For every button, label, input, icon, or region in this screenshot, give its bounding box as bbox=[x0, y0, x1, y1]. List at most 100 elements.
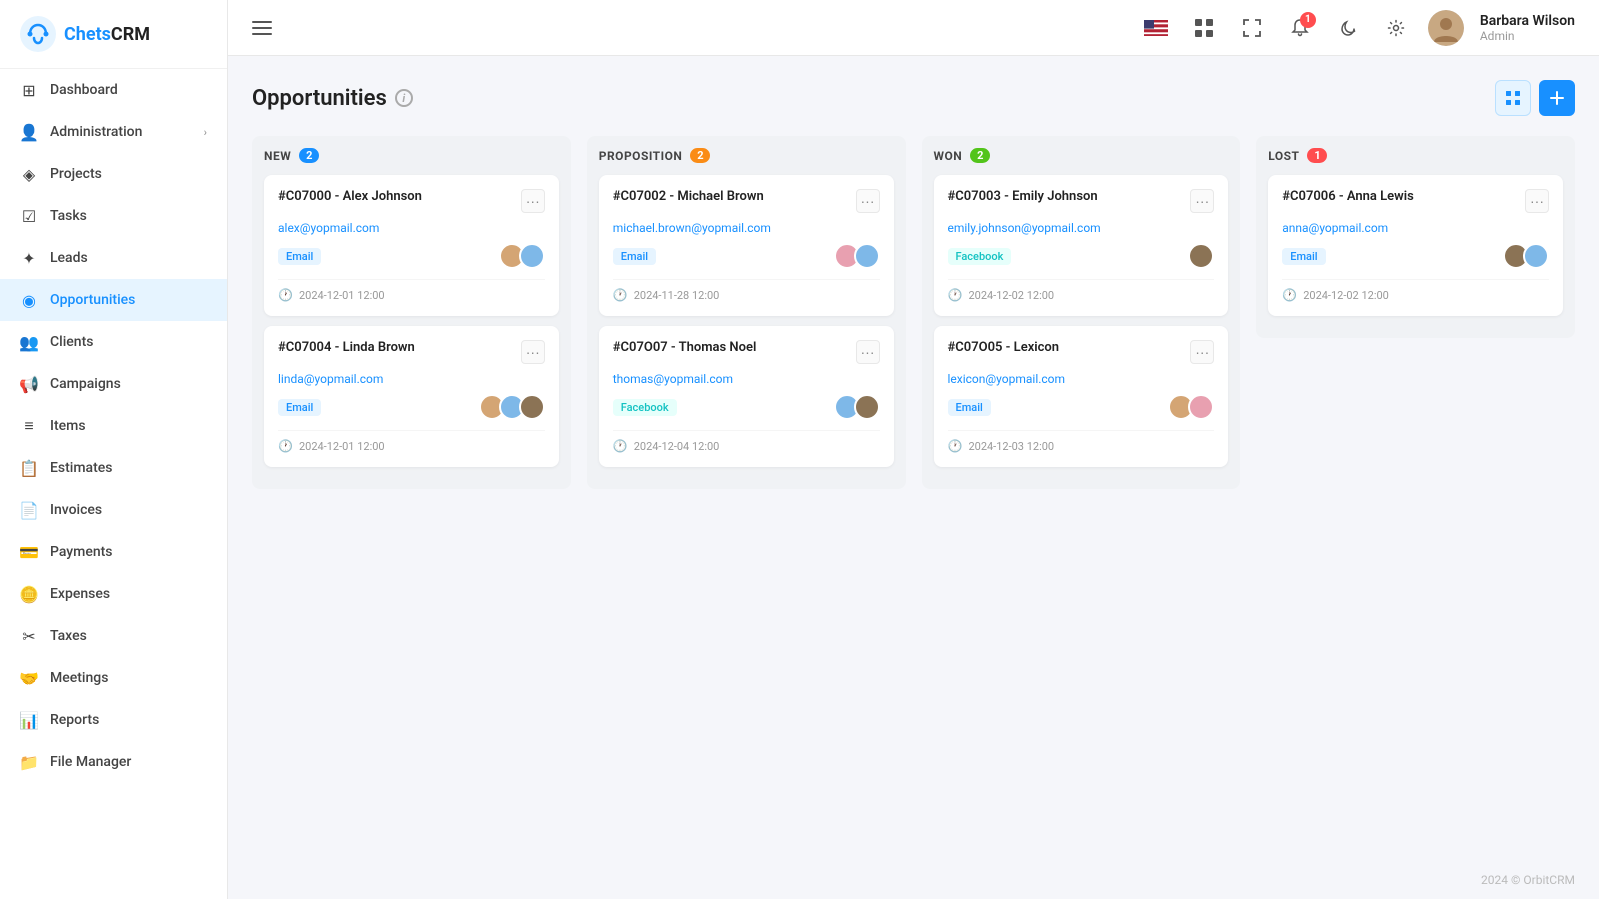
card-footer-c07007: 🕐 2024-12-04 12:00 bbox=[613, 430, 880, 453]
sidebar-item-dashboard[interactable]: ⊞ Dashboard bbox=[0, 69, 227, 111]
leads-icon: ✦ bbox=[20, 249, 38, 267]
card-date-c07006: 2024-12-02 12:00 bbox=[1303, 289, 1389, 302]
sidebar-item-expenses[interactable]: 🪙 Expenses bbox=[0, 573, 227, 615]
card-email-c07002[interactable]: michael.brown@yopmail.com bbox=[613, 221, 880, 235]
card-avatars-c07000 bbox=[499, 243, 545, 269]
card-date-c07004: 2024-12-01 12:00 bbox=[299, 440, 385, 453]
logo[interactable]: ChetsCRM bbox=[0, 0, 227, 69]
invoices-icon: 📄 bbox=[20, 501, 38, 519]
kanban-card-c07002[interactable]: #C07002 - Michael Brown ··· michael.brow… bbox=[599, 175, 894, 316]
sidebar-item-campaigns[interactable]: 📢 Campaigns bbox=[0, 363, 227, 405]
card-menu-c07005[interactable]: ··· bbox=[1190, 340, 1214, 364]
card-menu-c07002[interactable]: ··· bbox=[856, 189, 880, 213]
clock-icon: 🕐 bbox=[278, 439, 293, 453]
add-opportunity-button[interactable] bbox=[1539, 80, 1575, 116]
fullscreen-icon[interactable] bbox=[1236, 12, 1268, 44]
footer-text: 2024 © OrbitCRM bbox=[1481, 873, 1575, 887]
kanban-card-c07005[interactable]: #C07O05 - Lexicon ··· lexicon@yopmail.co… bbox=[934, 326, 1229, 467]
page-header: Opportunities i bbox=[252, 80, 1575, 116]
sidebar-item-opportunities[interactable]: ◉ Opportunities bbox=[0, 279, 227, 321]
kanban-card-c07003[interactable]: #C07003 - Emily Johnson ··· emily.johnso… bbox=[934, 175, 1229, 316]
card-email-c07006[interactable]: anna@yopmail.com bbox=[1282, 221, 1549, 235]
card-email-c07000[interactable]: alex@yopmail.com bbox=[278, 221, 545, 235]
kanban-board: NEW 2 #C07000 - Alex Johnson ··· alex@yo… bbox=[252, 136, 1575, 489]
card-header-c07000: #C07000 - Alex Johnson ··· bbox=[278, 189, 545, 213]
sidebar-item-meetings[interactable]: 🤝 Meetings bbox=[0, 657, 227, 699]
sidebar-item-invoices[interactable]: 📄 Invoices bbox=[0, 489, 227, 531]
clients-icon: 👥 bbox=[20, 333, 38, 351]
card-menu-c07004[interactable]: ··· bbox=[521, 340, 545, 364]
page-title: Opportunities bbox=[252, 86, 387, 111]
hamburger-menu[interactable] bbox=[252, 21, 272, 35]
sidebar-item-reports[interactable]: 📊 Reports bbox=[0, 699, 227, 741]
tasks-icon: ☑ bbox=[20, 207, 38, 225]
header: 1 bbox=[228, 0, 1599, 56]
card-title-c07006: #C07006 - Anna Lewis bbox=[1282, 189, 1517, 204]
sidebar-item-tasks[interactable]: ☑ Tasks bbox=[0, 195, 227, 237]
sidebar-item-clients[interactable]: 👥 Clients bbox=[0, 321, 227, 363]
apps-icon[interactable] bbox=[1188, 12, 1220, 44]
card-menu-c07006[interactable]: ··· bbox=[1525, 189, 1549, 213]
sidebar-label-items: Items bbox=[50, 418, 86, 434]
estimates-icon: 📋 bbox=[20, 459, 38, 477]
avatar bbox=[1188, 394, 1214, 420]
dark-mode-toggle[interactable] bbox=[1332, 12, 1364, 44]
card-menu-c07007[interactable]: ··· bbox=[856, 340, 880, 364]
column-badge-lost: 1 bbox=[1307, 148, 1327, 163]
card-menu-c07000[interactable]: ··· bbox=[521, 189, 545, 213]
column-title-lost: LOST bbox=[1268, 149, 1299, 163]
sidebar-label-payments: Payments bbox=[50, 544, 113, 560]
card-header-c07005: #C07O05 - Lexicon ··· bbox=[948, 340, 1215, 364]
card-tag-c07003: Facebook bbox=[948, 248, 1012, 265]
opportunities-icon: ◉ bbox=[20, 291, 38, 309]
card-avatars-c07004 bbox=[479, 394, 545, 420]
sidebar-label-administration: Administration bbox=[50, 124, 142, 140]
card-tag-c07004: Email bbox=[278, 399, 321, 416]
info-icon[interactable]: i bbox=[395, 89, 413, 107]
sidebar-label-leads: Leads bbox=[50, 250, 88, 266]
items-icon: ≡ bbox=[20, 417, 38, 435]
clock-icon: 🕐 bbox=[948, 288, 963, 302]
avatar bbox=[519, 394, 545, 420]
sidebar-item-items[interactable]: ≡ Items bbox=[0, 405, 227, 447]
avatar bbox=[854, 243, 880, 269]
language-flag[interactable] bbox=[1140, 12, 1172, 44]
kanban-card-c07000[interactable]: #C07000 - Alex Johnson ··· alex@yopmail.… bbox=[264, 175, 559, 316]
card-email-c07003[interactable]: emily.johnson@yopmail.com bbox=[948, 221, 1215, 235]
card-header-c07003: #C07003 - Emily Johnson ··· bbox=[948, 189, 1215, 213]
card-meta-c07006: Email bbox=[1282, 243, 1549, 269]
sidebar-item-administration[interactable]: 👤 Administration › bbox=[0, 111, 227, 153]
card-email-c07004[interactable]: linda@yopmail.com bbox=[278, 372, 545, 386]
sidebar-item-leads[interactable]: ✦ Leads bbox=[0, 237, 227, 279]
column-badge-new: 2 bbox=[299, 148, 319, 163]
kanban-column-new: NEW 2 #C07000 - Alex Johnson ··· alex@yo… bbox=[252, 136, 571, 489]
kanban-card-c07006[interactable]: #C07006 - Anna Lewis ··· anna@yopmail.co… bbox=[1268, 175, 1563, 316]
sidebar-item-projects[interactable]: ◈ Projects bbox=[0, 153, 227, 195]
sidebar-item-payments[interactable]: 💳 Payments bbox=[0, 531, 227, 573]
kanban-column-won: WON 2 #C07003 - Emily Johnson ··· emily.… bbox=[922, 136, 1241, 489]
kanban-card-c07007[interactable]: #C07O07 - Thomas Noel ··· thomas@yopmail… bbox=[599, 326, 894, 467]
settings-icon[interactable] bbox=[1380, 12, 1412, 44]
card-tag-c07006: Email bbox=[1282, 248, 1325, 265]
user-avatar[interactable] bbox=[1428, 10, 1464, 46]
column-header-proposition: PROPOSITION 2 bbox=[599, 148, 894, 163]
file-manager-icon: 📁 bbox=[20, 753, 38, 771]
card-date-c07002: 2024-11-28 12:00 bbox=[634, 289, 720, 302]
page-content: Opportunities i bbox=[228, 56, 1599, 861]
sidebar-item-estimates[interactable]: 📋 Estimates bbox=[0, 447, 227, 489]
card-footer-c07000: 🕐 2024-12-01 12:00 bbox=[278, 279, 545, 302]
kanban-card-c07004[interactable]: #C07004 - Linda Brown ··· linda@yopmail.… bbox=[264, 326, 559, 467]
user-info: Barbara Wilson Admin bbox=[1480, 13, 1575, 43]
view-toggle-button[interactable] bbox=[1495, 80, 1531, 116]
projects-icon: ◈ bbox=[20, 165, 38, 183]
card-footer-c07003: 🕐 2024-12-02 12:00 bbox=[948, 279, 1215, 302]
card-menu-c07003[interactable]: ··· bbox=[1190, 189, 1214, 213]
sidebar-label-projects: Projects bbox=[50, 166, 102, 182]
card-email-c07005[interactable]: lexicon@yopmail.com bbox=[948, 372, 1215, 386]
sidebar-item-file-manager[interactable]: 📁 File Manager bbox=[0, 741, 227, 783]
card-email-c07007[interactable]: thomas@yopmail.com bbox=[613, 372, 880, 386]
sidebar-item-taxes[interactable]: ✂ Taxes bbox=[0, 615, 227, 657]
card-title-c07003: #C07003 - Emily Johnson bbox=[948, 189, 1183, 204]
notification-bell[interactable]: 1 bbox=[1284, 12, 1316, 44]
column-header-new: NEW 2 bbox=[264, 148, 559, 163]
